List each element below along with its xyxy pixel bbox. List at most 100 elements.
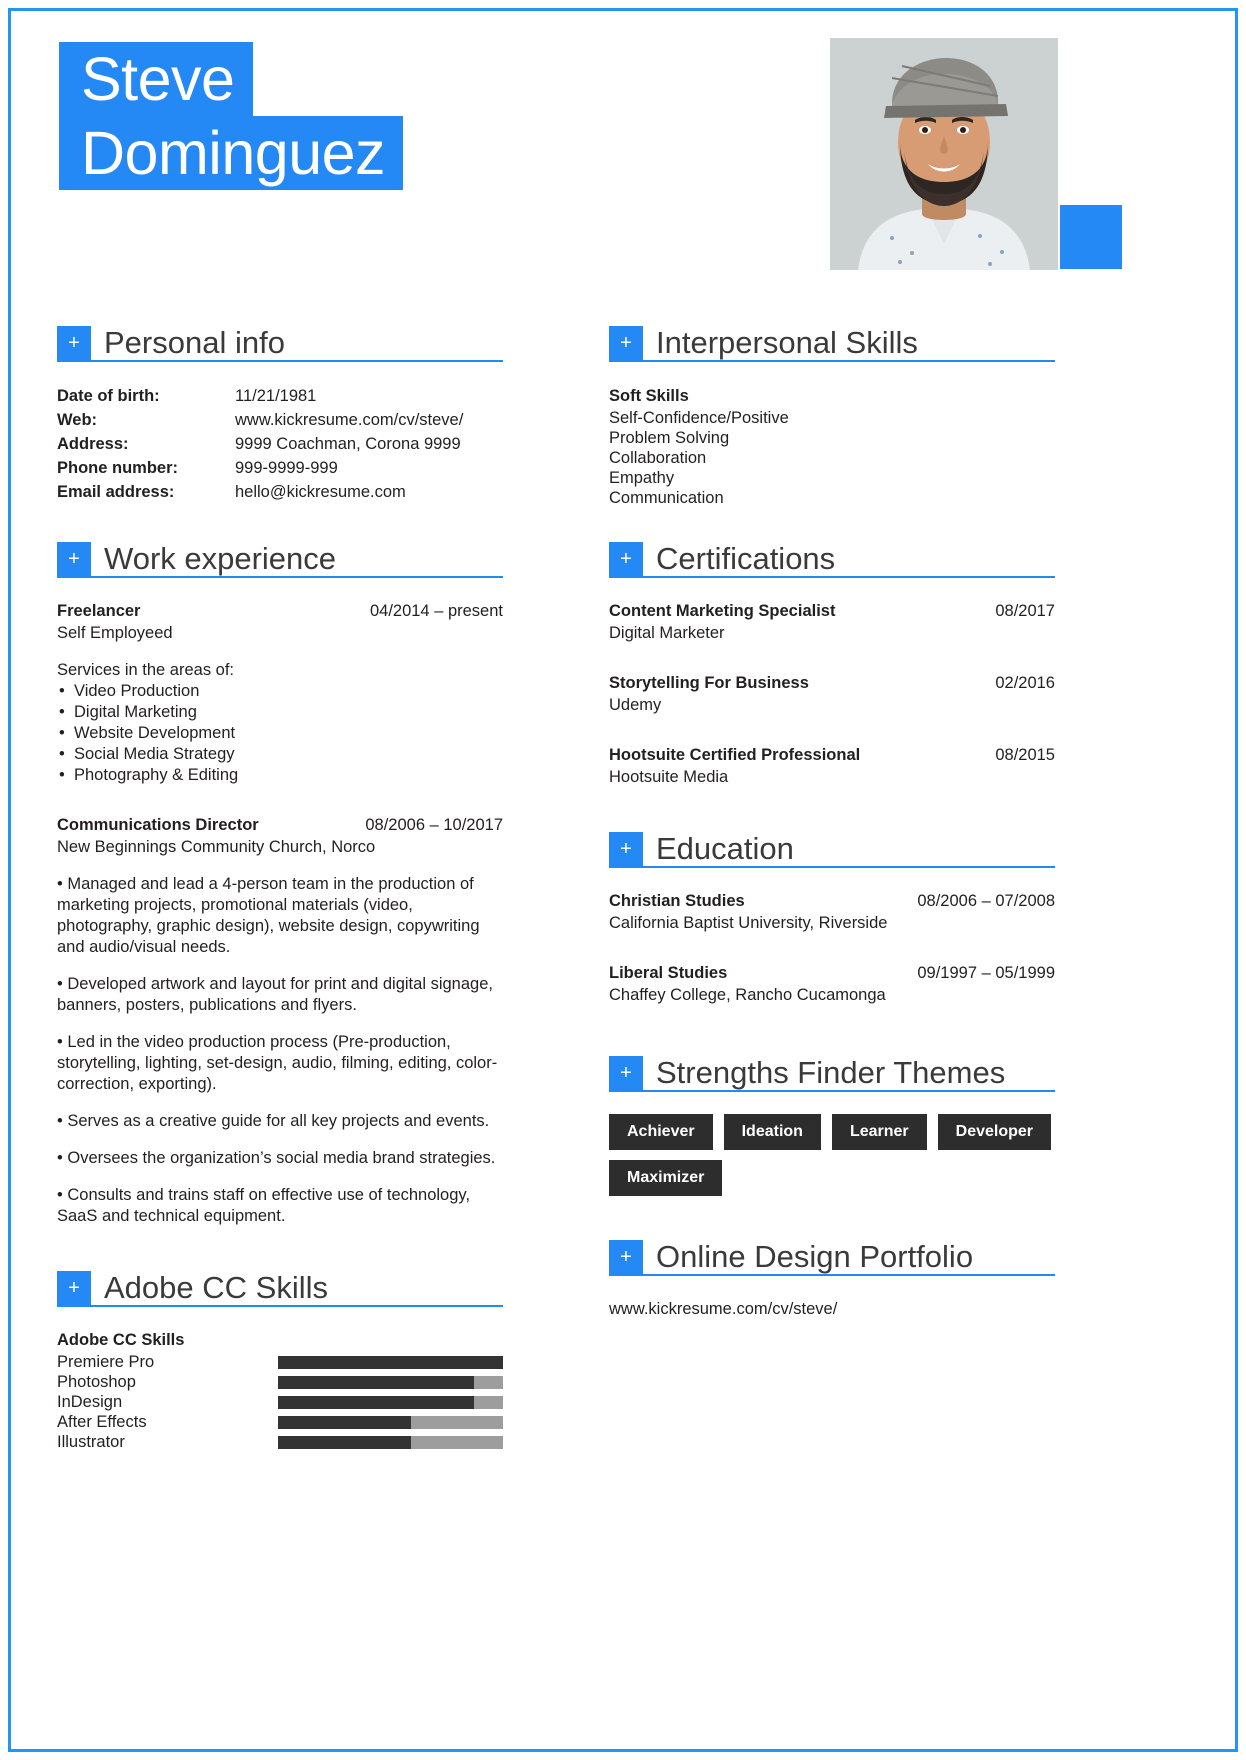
certification-name: Storytelling For Business (609, 674, 809, 692)
skill-bar-track (278, 1375, 503, 1389)
section-interpersonal-skills: + Interpersonal Skills Soft Skills Self-… (609, 318, 1055, 508)
plus-icon: + (609, 832, 643, 866)
job-bullets: Video Production Digital Marketing Websi… (57, 681, 503, 786)
plus-icon: + (57, 542, 91, 576)
plus-icon: + (609, 542, 643, 576)
section-title: Certifications (656, 541, 836, 576)
section-title: Online Design Portfolio (656, 1239, 974, 1274)
skills-group-label: Adobe CC Skills (57, 1331, 185, 1349)
list-item: Collaboration (609, 449, 707, 467)
education-program: Liberal Studies (609, 964, 728, 982)
list-item: Social Media Strategy (57, 744, 503, 765)
plus-icon: + (609, 1240, 643, 1274)
section-header-strengths: + Strengths Finder Themes (609, 1048, 1055, 1092)
skill-name: Premiere Pro (57, 1353, 155, 1371)
certification-issuer: Udemy (609, 696, 662, 714)
section-adobe-skills: + Adobe CC Skills Adobe CC Skills Premie… (57, 1263, 503, 1452)
certification-header: Storytelling For Business 02/2016 (609, 672, 1055, 694)
certification-entry: Storytelling For Business 02/2016 Udemy (609, 672, 1055, 716)
first-name: Steve (59, 42, 253, 116)
job-paragraph: • Developed artwork and layout for print… (57, 975, 493, 1014)
list-item: Website Development (57, 723, 503, 744)
section-title: Education (656, 831, 794, 866)
table-row: Date of birth: 11/21/1981 (57, 384, 503, 408)
job-company: Self Employeed (57, 624, 173, 642)
plus-icon: + (609, 1056, 643, 1090)
row-value: www.kickresume.com/cv/steve/ (235, 411, 464, 429)
skill-name: InDesign (57, 1393, 123, 1411)
status-badge: Ideation (723, 1114, 821, 1150)
job-role: Freelancer (57, 602, 141, 620)
list-item: Self-Confidence/Positive (609, 409, 789, 427)
row-value: 11/21/1981 (235, 387, 317, 405)
education-entry: Christian Studies 08/2006 – 07/2008 Cali… (609, 890, 1055, 934)
plus-icon: + (609, 326, 643, 360)
row-label: Email address: (57, 483, 175, 501)
skill-row: Premiere Pro (57, 1352, 503, 1372)
avatar (830, 38, 1058, 270)
row-value: hello@kickresume.com (235, 483, 406, 501)
portfolio-url[interactable]: www.kickresume.com/cv/steve/ (609, 1298, 1055, 1320)
left-column: + Personal info Date of birth: 11/21/198… (57, 318, 503, 1452)
skill-bar-track (278, 1415, 503, 1429)
portrait-illustration (830, 38, 1058, 270)
status-badge: Developer (937, 1114, 1052, 1150)
certification-header: Content Marketing Specialist 08/2017 (609, 600, 1055, 622)
section-header-interpersonal-skills: + Interpersonal Skills (609, 318, 1055, 362)
section-personal-info: + Personal info Date of birth: 11/21/198… (57, 318, 503, 504)
skill-row: InDesign (57, 1392, 503, 1412)
education-program: Christian Studies (609, 892, 745, 910)
row-value: 999-9999-999 (235, 459, 338, 477)
work-entry: Communications Director 08/2006 – 10/201… (57, 814, 503, 1227)
education-date: 08/2006 – 07/2008 (917, 892, 1055, 910)
section-title: Personal info (104, 325, 285, 360)
plus-icon: + (57, 1271, 91, 1305)
plus-icon: + (57, 326, 91, 360)
job-paragraph: • Serves as a creative guide for all key… (57, 1112, 490, 1130)
list-item: Communication (609, 489, 724, 507)
section-header-work-experience: + Work experience (57, 534, 503, 578)
skill-bar-fill (278, 1395, 474, 1409)
row-label: Date of birth: (57, 387, 160, 405)
work-entry-header: Freelancer 04/2014 – present (57, 600, 503, 622)
certification-name: Hootsuite Certified Professional (609, 746, 861, 764)
job-date: 08/2006 – 10/2017 (365, 816, 503, 834)
skill-bar-fill (278, 1375, 474, 1389)
row-label: Web: (57, 411, 98, 429)
status-badge: Learner (831, 1114, 927, 1150)
section-header-certifications: + Certifications (609, 534, 1055, 578)
certification-entry: Content Marketing Specialist 08/2017 Dig… (609, 600, 1055, 644)
candidate-name: Steve Dominguez (59, 42, 404, 190)
job-role: Communications Director (57, 816, 259, 834)
section-header-adobe-skills: + Adobe CC Skills (57, 1263, 503, 1307)
education-school: California Baptist University, Riverside (609, 914, 888, 932)
list-item: Photography & Editing (57, 765, 503, 786)
education-header: Liberal Studies 09/1997 – 05/1999 (609, 962, 1055, 984)
table-row: Phone number: 999-9999-999 (57, 456, 503, 480)
job-date: 04/2014 – present (369, 602, 503, 620)
skill-row: After Effects (57, 1412, 503, 1432)
list-item: Digital Marketing (57, 702, 503, 723)
table-row: Web: www.kickresume.com/cv/steve/ (57, 408, 503, 432)
resume-header: Steve Dominguez (0, 0, 1246, 300)
skill-name: After Effects (57, 1413, 147, 1431)
section-header-personal-info: + Personal info (57, 318, 503, 362)
skill-row: Illustrator (57, 1432, 503, 1452)
table-row: Email address: hello@kickresume.com (57, 480, 503, 504)
row-label: Phone number: (57, 459, 179, 477)
skill-name: Illustrator (57, 1433, 125, 1451)
section-portfolio: + Online Design Portfolio www.kickresume… (609, 1232, 1055, 1320)
list-item: Problem Solving (609, 429, 730, 447)
list-item: Empathy (609, 469, 675, 487)
resume-page: Steve Dominguez + Personal info Date of … (0, 0, 1246, 1760)
job-company: New Beginnings Community Church, Norco (57, 838, 376, 856)
certification-name: Content Marketing Specialist (609, 602, 836, 620)
certification-issuer: Hootsuite Media (609, 768, 729, 786)
education-entry: Liberal Studies 09/1997 – 05/1999 Chaffe… (609, 962, 1055, 1006)
job-paragraph: • Managed and lead a 4-person team in th… (57, 875, 480, 956)
certification-entry: Hootsuite Certified Professional 08/2015… (609, 744, 1055, 788)
certification-date: 08/2015 (995, 746, 1055, 764)
photo-accent-square (1060, 205, 1122, 269)
skill-bar-fill (278, 1355, 503, 1369)
skill-bar-track (278, 1395, 503, 1409)
